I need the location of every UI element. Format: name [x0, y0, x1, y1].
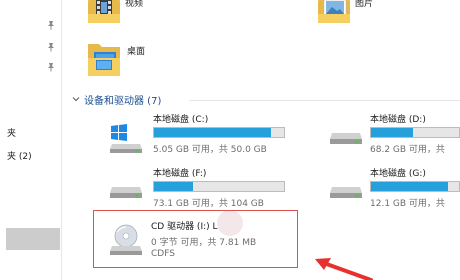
hard-drive-icon [110, 187, 142, 198]
desktop-folder-icon[interactable] [87, 38, 121, 78]
video-folder-icon[interactable] [87, 0, 121, 24]
pin-icon[interactable] [46, 62, 56, 72]
pin-icon[interactable] [46, 20, 56, 30]
drive-c[interactable]: 本地磁盘 (C:) 5.05 GB 可用，共 50.0 GB [109, 110, 289, 156]
nav-item-folder[interactable]: 夹 [7, 126, 16, 139]
drive-g[interactable]: 本地磁盘 (G:) 12.1 GB 可用，共 [329, 164, 460, 210]
highlight-box [93, 210, 298, 268]
drive-name: 本地磁盘 (D:) [370, 115, 426, 125]
drive-usage-bar [370, 181, 460, 192]
drive-usage-fill [371, 128, 414, 137]
drive-space-text: 73.1 GB 可用，共 104 GB [153, 199, 264, 209]
drive-name: 本地磁盘 (G:) [370, 169, 426, 179]
drive-usage-fill [371, 182, 449, 191]
navigation-pane: 夹 夹 (2) [0, 0, 62, 280]
folder-label-videos: 视频 [125, 0, 144, 9]
drive-d[interactable]: 本地磁盘 (D:) 68.2 GB 可用，共 [329, 110, 460, 156]
folder-label-pictures: 图片 [355, 0, 374, 9]
hard-drive-icon [330, 133, 362, 144]
drive-usage-bar [153, 181, 285, 192]
nav-item-selected[interactable] [6, 228, 60, 250]
drive-f[interactable]: 本地磁盘 (F:) 73.1 GB 可用，共 104 GB [109, 164, 289, 210]
drive-usage-fill [154, 128, 271, 137]
red-arrow-icon [315, 258, 373, 280]
group-divider [189, 100, 460, 101]
drive-space-text: 12.1 GB 可用，共 [370, 199, 445, 209]
chevron-down-icon[interactable] [71, 94, 81, 104]
drive-space-text: 68.2 GB 可用，共 [370, 145, 445, 155]
windows-drive-icon [110, 124, 142, 153]
drive-name: 本地磁盘 (C:) [153, 115, 209, 125]
drive-usage-fill [154, 182, 193, 191]
drive-usage-bar [153, 127, 285, 138]
nav-item-folder[interactable]: 夹 (2) [7, 149, 32, 162]
folder-label-desktop: 桌面 [127, 47, 146, 57]
main-content: 视频 图片 桌面 设备和驱动器 (7) 本地磁盘 (C:) 5.05 GB 可用… [63, 0, 460, 280]
drive-name: 本地磁盘 (F:) [153, 169, 207, 179]
group-header-devices[interactable]: 设备和驱动器 (7) [84, 92, 161, 107]
pin-icon[interactable] [46, 42, 56, 52]
hard-drive-icon [330, 187, 362, 198]
pictures-folder-icon[interactable] [317, 0, 351, 24]
drive-space-text: 5.05 GB 可用，共 50.0 GB [153, 145, 267, 155]
drive-usage-bar [370, 127, 460, 138]
